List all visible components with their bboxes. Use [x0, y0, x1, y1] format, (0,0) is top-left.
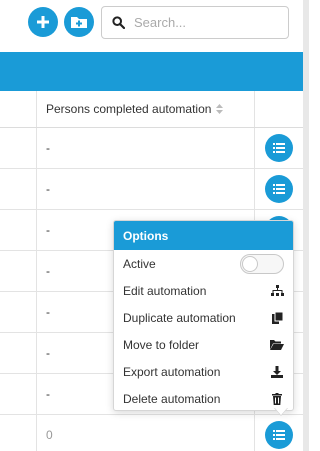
options-menu-title: Options [114, 221, 293, 250]
menu-item-duplicate-automation[interactable]: Duplicate automation [114, 304, 293, 331]
menu-item-export-automation[interactable]: Export automation [114, 358, 293, 385]
folder-plus-icon [71, 17, 87, 28]
menu-item-edit-automation[interactable]: Edit automation [114, 277, 293, 304]
search-input[interactable] [134, 15, 274, 30]
table-header-row: Persons completed automation [0, 91, 303, 128]
add-folder-button[interactable] [64, 7, 94, 37]
sort-icon[interactable] [216, 104, 224, 114]
column-header-label: Persons completed automation [46, 102, 212, 116]
menu-item-label: Active [123, 256, 156, 271]
menu-item-move-to-folder[interactable]: Move to folder [114, 331, 293, 358]
download-icon [270, 365, 284, 379]
row-options-button[interactable] [265, 134, 293, 162]
copy-icon [270, 311, 284, 325]
active-toggle[interactable] [240, 253, 284, 274]
plus-icon [37, 16, 49, 28]
menu-item-label: Export automation [123, 364, 221, 379]
menu-item-label: Delete automation [123, 391, 221, 406]
search-icon [102, 16, 134, 29]
row-options-button[interactable] [265, 175, 293, 203]
cell-persons-completed: 0 [37, 415, 255, 451]
top-toolbar [0, 0, 309, 52]
cell-persons-completed: - [37, 169, 255, 209]
page-scrollbar[interactable] [303, 0, 309, 451]
add-automation-button[interactable] [28, 7, 58, 37]
trash-icon [270, 392, 284, 406]
column-header-persons-completed[interactable]: Persons completed automation [37, 91, 255, 127]
table-title-bar [0, 52, 303, 91]
menu-item-label: Move to folder [123, 337, 200, 352]
options-menu: Options Active Edit automation Duplicate… [113, 220, 294, 415]
menu-item-active[interactable]: Active [114, 250, 293, 277]
list-icon [273, 143, 285, 153]
menu-item-delete-automation[interactable]: Delete automation [114, 385, 293, 412]
table-row: 0 [0, 415, 303, 451]
toggle-knob [242, 255, 258, 272]
list-icon [273, 184, 285, 194]
table-row: - [0, 128, 303, 169]
row-options-button[interactable] [265, 421, 293, 449]
menu-pointer [274, 407, 288, 415]
folder-open-icon [270, 338, 284, 352]
cell-persons-completed: - [37, 128, 255, 168]
search-box[interactable] [101, 6, 289, 39]
sitemap-icon [270, 284, 284, 298]
menu-item-label: Duplicate automation [123, 310, 236, 325]
list-icon [273, 430, 285, 440]
table-row: - [0, 169, 303, 210]
menu-item-label: Edit automation [123, 283, 207, 298]
